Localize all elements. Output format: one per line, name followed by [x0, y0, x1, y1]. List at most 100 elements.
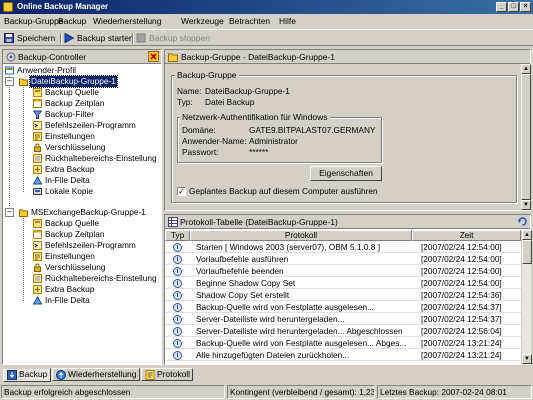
log-table-icon [168, 217, 178, 227]
menu-hilfe[interactable]: Hilfe [279, 16, 296, 26]
toolbar-separator [60, 33, 62, 44]
table-row[interactable]: i Backup-Quelle wird von Festplatte ausge… [165, 302, 521, 313]
info-icon: i [173, 291, 182, 300]
log-timestamp: [2007/02/24 12:54:00] [421, 242, 502, 252]
tab-backup[interactable]: Backup [3, 368, 51, 382]
column-protokoll[interactable]: Protokoll [190, 230, 412, 241]
stop-icon [136, 33, 146, 43]
log-message: Alle hinzugefügten Dateien zurückholen..… [196, 350, 350, 360]
tree-line [23, 218, 24, 301]
log-message: Starten [ Windows 2003 (server07), OBM 5… [196, 242, 380, 252]
password-label: Passwort: [182, 147, 219, 157]
table-row[interactable]: i Vorlaufbefehle beenden [2007/02/24 12:54… [165, 266, 521, 277]
log-message: Server-Dateiliste wird heruntergeladen..… [196, 326, 403, 336]
expand-toggle-group-2[interactable]: – [5, 208, 14, 217]
scheduled-backup-checkbox[interactable]: ✓ [177, 187, 186, 196]
scroll-down-button[interactable]: ▼ [521, 200, 531, 210]
log-timestamp: [2007/02/24 12:54:37] [421, 314, 502, 324]
folder-backup-icon [19, 209, 28, 217]
user-profile-icon [5, 66, 14, 75]
password-value: ****** [249, 147, 269, 157]
type-value: Datei Backup [205, 97, 255, 107]
play-icon [64, 33, 74, 43]
table-row[interactable]: i Vorlaufbefehle ausführen [2007/02/24 12:… [165, 254, 521, 265]
column-typ[interactable]: Typ [165, 230, 190, 241]
command-line-icon [33, 121, 42, 130]
scroll-thumb[interactable] [521, 74, 531, 200]
tree-line [23, 87, 24, 192]
log-timestamp: [2007/02/24 12:54:00] [421, 266, 502, 276]
properties-button[interactable]: Eigenschaften [310, 166, 382, 181]
stop-backup-button[interactable]: Backup stoppen [136, 32, 216, 45]
lock-icon [34, 263, 41, 272]
info-icon: i [173, 315, 182, 324]
table-row[interactable]: i Shadow Copy Set erstellt [2007/02/24 12:… [165, 290, 521, 301]
expand-toggle-group-1[interactable]: – [5, 77, 14, 86]
user-value: Administrator [249, 136, 298, 146]
extra-backup-icon [33, 165, 42, 174]
domain-label: Domäne: [182, 125, 216, 135]
log-timestamp: [2007/02/24 12:54:37] [421, 302, 502, 312]
log-timestamp: [2007/02/24 13:21:24] [421, 350, 502, 360]
type-label: Typ: [177, 97, 193, 107]
details-scrollbar[interactable]: ▲ ▼ [520, 64, 531, 210]
table-row[interactable]: i Server-Dateiliste wird heruntergeladen.… [165, 326, 521, 337]
save-button[interactable]: Speichern [4, 32, 58, 45]
info-icon: i [173, 351, 182, 360]
minimize-button[interactable]: _ [496, 2, 507, 12]
log-timestamp: [2007/02/24 12:54:00] [421, 278, 502, 288]
status-last-backup: Letztes Backup: 2007-02-24 08:01 [377, 385, 532, 399]
source-icon [33, 219, 42, 228]
table-row[interactable]: i Backup-Quelle wird von Festplatte ausge… [165, 338, 521, 349]
network-auth-title: Netzwerk-Authentifikation für Windows [180, 112, 330, 122]
column-zeit[interactable]: Zeit [412, 230, 521, 241]
log-message: Backup-Quelle wird von Festplatte ausgel… [196, 302, 375, 312]
close-pane-icon[interactable] [148, 51, 159, 62]
log-message: Vorlaufbefehle ausführen [196, 254, 289, 264]
table-row[interactable]: i Starten [ Windows 2003 (server07), OBM … [165, 242, 521, 253]
refresh-icon[interactable] [517, 216, 528, 227]
menu-backup-gruppe[interactable]: Backup-Gruppe [4, 16, 64, 26]
backup-group-title: Backup-Gruppe [175, 70, 239, 80]
log-timestamp: [2007/02/24 12:54:36] [421, 290, 502, 300]
backup-icon [7, 370, 17, 380]
info-icon: i [173, 327, 182, 336]
menu-werkzeuge[interactable]: Werkzeuge [181, 16, 224, 26]
title-bar: Online Backup Manager _ □ × [0, 0, 533, 14]
table-row[interactable]: i Alle hinzugefügten Dateien zurückholen.… [165, 350, 521, 361]
menu-betrachten[interactable]: Betrachten [229, 16, 270, 26]
log-message: Beginne Shadow Copy Set [196, 278, 296, 288]
toolbar-separator [132, 33, 134, 44]
log-header: Protokoll-Tabelle (DateiBackup-Gruppe-1) [165, 215, 530, 229]
tab-wiederherstellung[interactable]: Wiederherstellung [52, 368, 140, 381]
log-scrollbar[interactable]: ▲ ▼ [521, 230, 532, 364]
scheduled-backup-label: Geplantes Backup auf diesem Computer aus… [189, 186, 378, 196]
settings-icon [33, 252, 42, 261]
maximize-button[interactable]: □ [508, 2, 519, 12]
table-row[interactable]: i Server-Dateiliste wird heruntergeladen.… [165, 314, 521, 325]
scroll-up-button[interactable]: ▲ [521, 64, 531, 74]
menu-backup[interactable]: Backup [58, 16, 86, 26]
tree-line [9, 76, 10, 206]
group-details-panel: Backup-Gruppe - DateiBackup-Gruppe-1 Bac… [164, 49, 531, 211]
scroll-down-button[interactable]: ▼ [522, 354, 532, 364]
status-message: Backup erfolgreich abgeschlossen [1, 385, 225, 399]
floppy-disk-icon [4, 33, 14, 43]
log-message: Server-Dateiliste wird heruntergeladen..… [196, 314, 345, 324]
close-button[interactable]: × [520, 2, 531, 12]
delta-icon [33, 296, 42, 305]
status-bar: Backup erfolgreich abgeschlossen Konting… [0, 384, 533, 400]
table-row[interactable]: i Beginne Shadow Copy Set [2007/02/24 12:5… [165, 278, 521, 289]
start-backup-button[interactable]: Backup starten [64, 32, 134, 45]
filter-icon [33, 110, 42, 119]
name-value: DateiBackup-Gruppe-1 [205, 86, 290, 96]
log-column-headers: Typ Protokoll Zeit [165, 230, 521, 241]
info-icon: i [173, 339, 182, 348]
log-message: Shadow Copy Set erstellt [196, 290, 290, 300]
log-icon [145, 370, 155, 380]
tab-protokoll[interactable]: Protokoll [141, 368, 193, 381]
scroll-thumb[interactable] [522, 240, 532, 264]
menu-wiederherstellung[interactable]: Wiederherstellung [93, 16, 162, 26]
scroll-up-button[interactable]: ▲ [522, 230, 532, 240]
log-table-panel: Protokoll-Tabelle (DateiBackup-Gruppe-1)… [164, 214, 532, 365]
